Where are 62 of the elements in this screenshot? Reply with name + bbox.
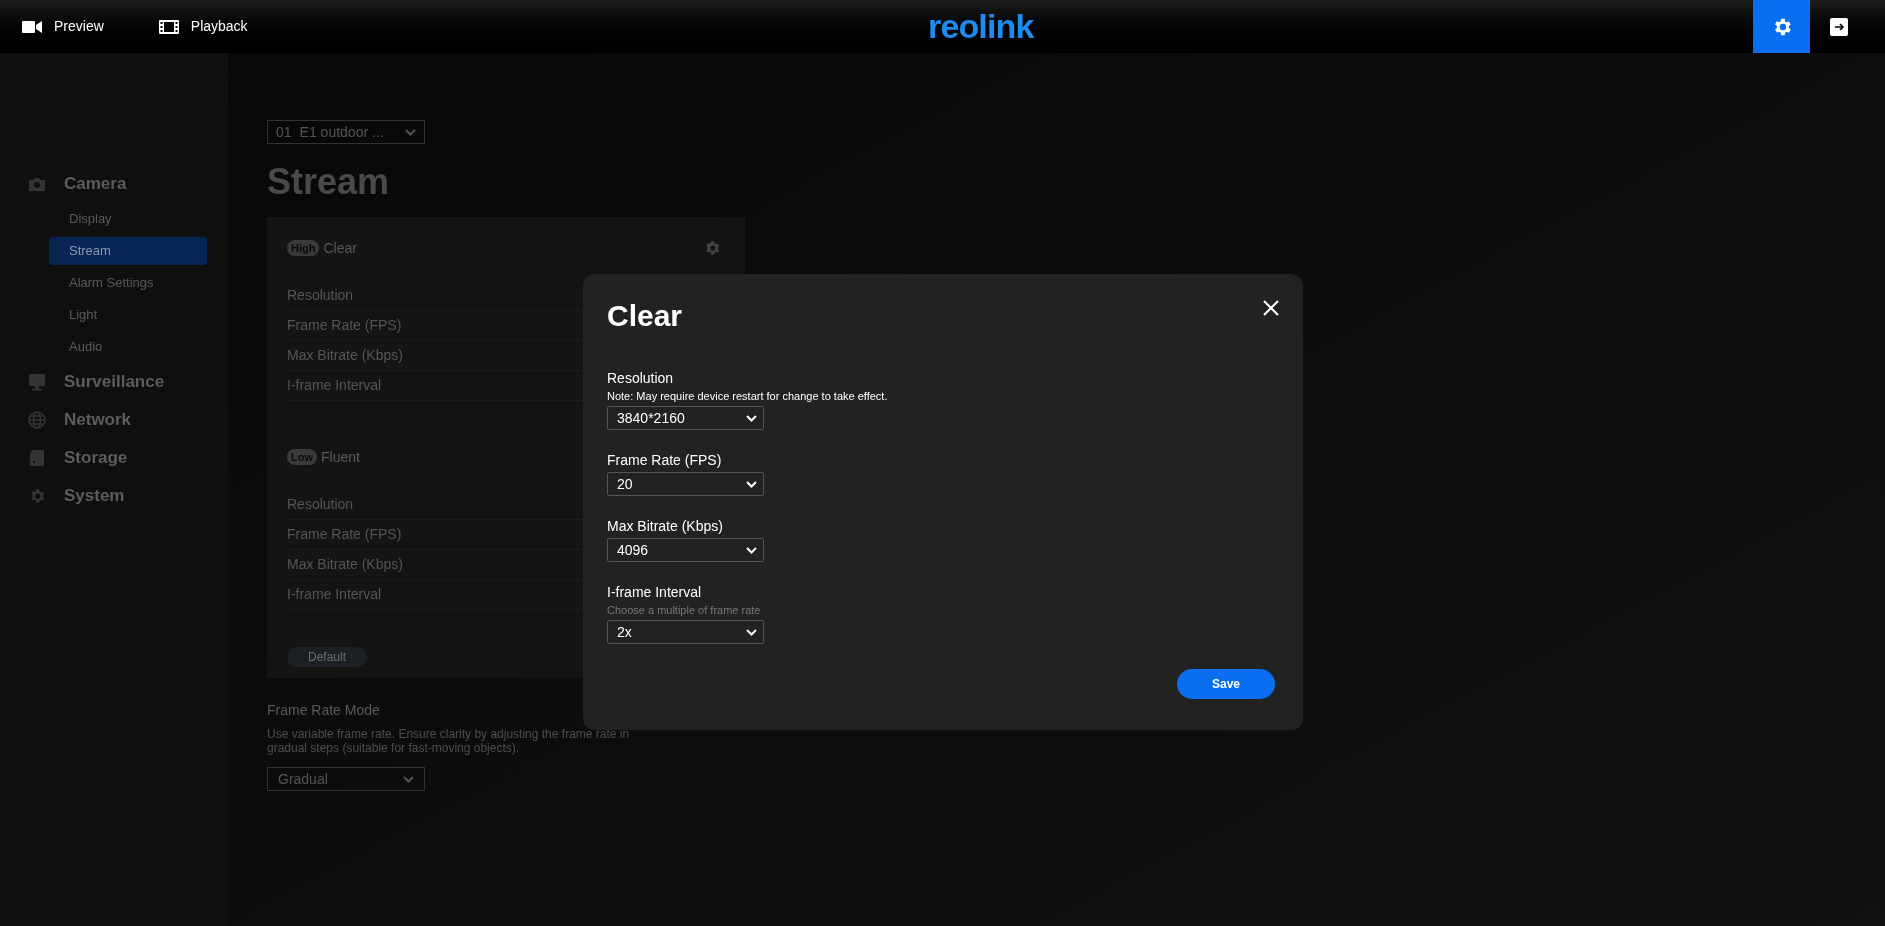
sidebar-item[interactable]: Camera: [0, 165, 228, 203]
sidebar-item[interactable]: Storage: [0, 439, 228, 477]
chevron-down-icon: [405, 128, 416, 136]
select-value: 3840*2160: [617, 408, 685, 428]
dialog-title: Clear: [607, 300, 683, 332]
chevron-down-icon: [403, 775, 414, 783]
setting-label: I-frame Interval: [287, 376, 382, 395]
select-field[interactable]: 4096: [607, 538, 764, 562]
stream-name: Clear: [323, 238, 357, 258]
setting-label: Max Bitrate (Kbps): [287, 555, 403, 574]
sidebar-subitem[interactable]: Display: [49, 205, 207, 233]
field-label: Frame Rate (FPS): [607, 452, 723, 469]
setting-label: Resolution: [287, 495, 354, 514]
close-icon: [1263, 300, 1279, 316]
settings-button[interactable]: [1753, 0, 1810, 53]
sidebar-item[interactable]: Surveillance: [0, 363, 228, 401]
select-field[interactable]: 2x: [607, 620, 764, 644]
globe-icon: [28, 411, 46, 429]
hint-text: Choose a multiple of frame rate: [607, 603, 762, 617]
field-label: Resolution: [607, 370, 675, 387]
save-button[interactable]: Save: [1177, 669, 1275, 699]
select-field[interactable]: 20: [607, 472, 764, 496]
sidebar-subitem[interactable]: Audio: [49, 333, 207, 361]
select-value: 2x: [617, 622, 632, 642]
setting-label: Max Bitrate (Kbps): [287, 346, 403, 365]
select-field[interactable]: 3840*2160: [607, 406, 764, 430]
nav-link[interactable]: Preview: [22, 16, 104, 37]
film-icon: [158, 18, 179, 35]
sidebar-subitem[interactable]: Stream: [49, 237, 207, 265]
video-camera-icon: [22, 18, 42, 35]
select-value: Gradual: [278, 769, 328, 789]
channel-number: 01: [276, 122, 292, 142]
setting-label: Resolution: [287, 286, 354, 305]
stream-name: Fluent: [321, 447, 360, 467]
logout-icon: [1829, 17, 1848, 36]
page-title: Stream: [267, 162, 390, 202]
chevron-down-icon: [746, 480, 757, 488]
section-label: Frame Rate Mode: [267, 701, 380, 720]
field-label: Max Bitrate (Kbps): [607, 518, 724, 535]
sidebar-subitem[interactable]: Alarm Settings: [49, 269, 207, 297]
channel-select[interactable]: 01 E1 outdoor ...: [267, 120, 425, 144]
chevron-down-icon: [746, 414, 757, 422]
field-label: I-frame Interval: [607, 584, 703, 601]
storage-icon: [28, 449, 46, 467]
sidebar-subitem[interactable]: Light: [49, 301, 207, 329]
chevron-down-icon: [746, 546, 757, 554]
setting-label: Frame Rate (FPS): [287, 525, 402, 544]
select-value: 20: [617, 474, 633, 494]
nav-link[interactable]: Playback: [158, 16, 248, 37]
sidebar-item[interactable]: Network: [0, 401, 228, 439]
select-field[interactable]: Gradual: [267, 767, 425, 791]
chevron-down-icon: [746, 628, 757, 636]
setting-label: I-frame Interval: [287, 585, 382, 604]
default-button[interactable]: Default: [287, 647, 367, 667]
camera-icon: [28, 176, 46, 192]
logo: reolink: [928, 8, 1034, 44]
select-value: 4096: [617, 540, 649, 560]
sidebar-item[interactable]: System: [0, 477, 228, 515]
setting-label: Frame Rate (FPS): [287, 316, 402, 335]
channel-name: E1 outdoor ...: [299, 122, 384, 142]
monitor-icon: [28, 373, 46, 391]
note-text: Note: May require device restart for change to take effect.: [607, 389, 889, 403]
